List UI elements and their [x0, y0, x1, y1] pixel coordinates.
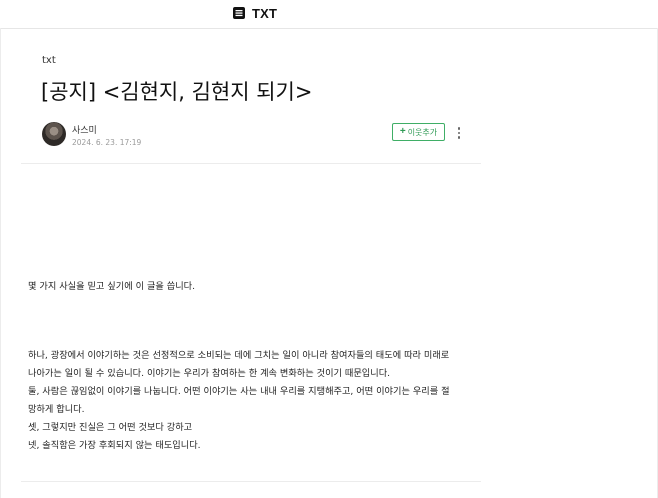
body-line: 나아가는 일이 될 수 있습니다. 이야기는 우리가 참여하는 한 계속 변화하…	[28, 368, 391, 379]
document-list-icon	[232, 6, 246, 20]
add-neighbor-button[interactable]: + 이웃추가	[392, 123, 445, 141]
body-line: 하나, 광장에서 이야기하는 것은 선정적으로 소비되는 데에 그치는 일이 아…	[28, 350, 450, 361]
add-neighbor-label: 이웃추가	[407, 127, 438, 137]
top-bar: TXT	[0, 0, 658, 29]
post-date: 2024. 6. 23. 17:19	[72, 138, 142, 147]
blog-brand[interactable]: TXT	[232, 4, 277, 22]
author-name[interactable]: 사스미	[72, 123, 97, 136]
plus-icon: +	[399, 126, 406, 137]
body-line: 넷, 솔직함은 가장 후회되지 않는 태도입니다.	[28, 440, 201, 451]
body-line: 셋, 그렇지만 진실은 그 어떤 것보다 강하고	[28, 422, 193, 433]
blog-name: TXT	[252, 5, 278, 21]
body-line: 망하게 합니다.	[28, 404, 85, 415]
page-left-border	[0, 28, 1, 498]
post-intro-paragraph: 몇 가지 사실을 믿고 싶기에 이 글을 씁니다.	[28, 281, 196, 292]
body-line: 둘, 사람은 끊임없이 이야기를 나눕니다. 어떤 이야기는 사는 내내 우리를…	[28, 386, 450, 397]
post-body: 하나, 광장에서 이야기하는 것은 선정적으로 소비되는 데에 그치는 일이 아…	[28, 347, 468, 455]
author-avatar[interactable]	[42, 122, 66, 146]
more-vertical-icon[interactable]	[453, 124, 465, 142]
post-title: [공지] <김현지, 김현지 되기>	[41, 80, 313, 104]
footer-divider	[21, 481, 481, 482]
post-category[interactable]: txt	[42, 55, 56, 66]
header-divider	[21, 163, 481, 164]
